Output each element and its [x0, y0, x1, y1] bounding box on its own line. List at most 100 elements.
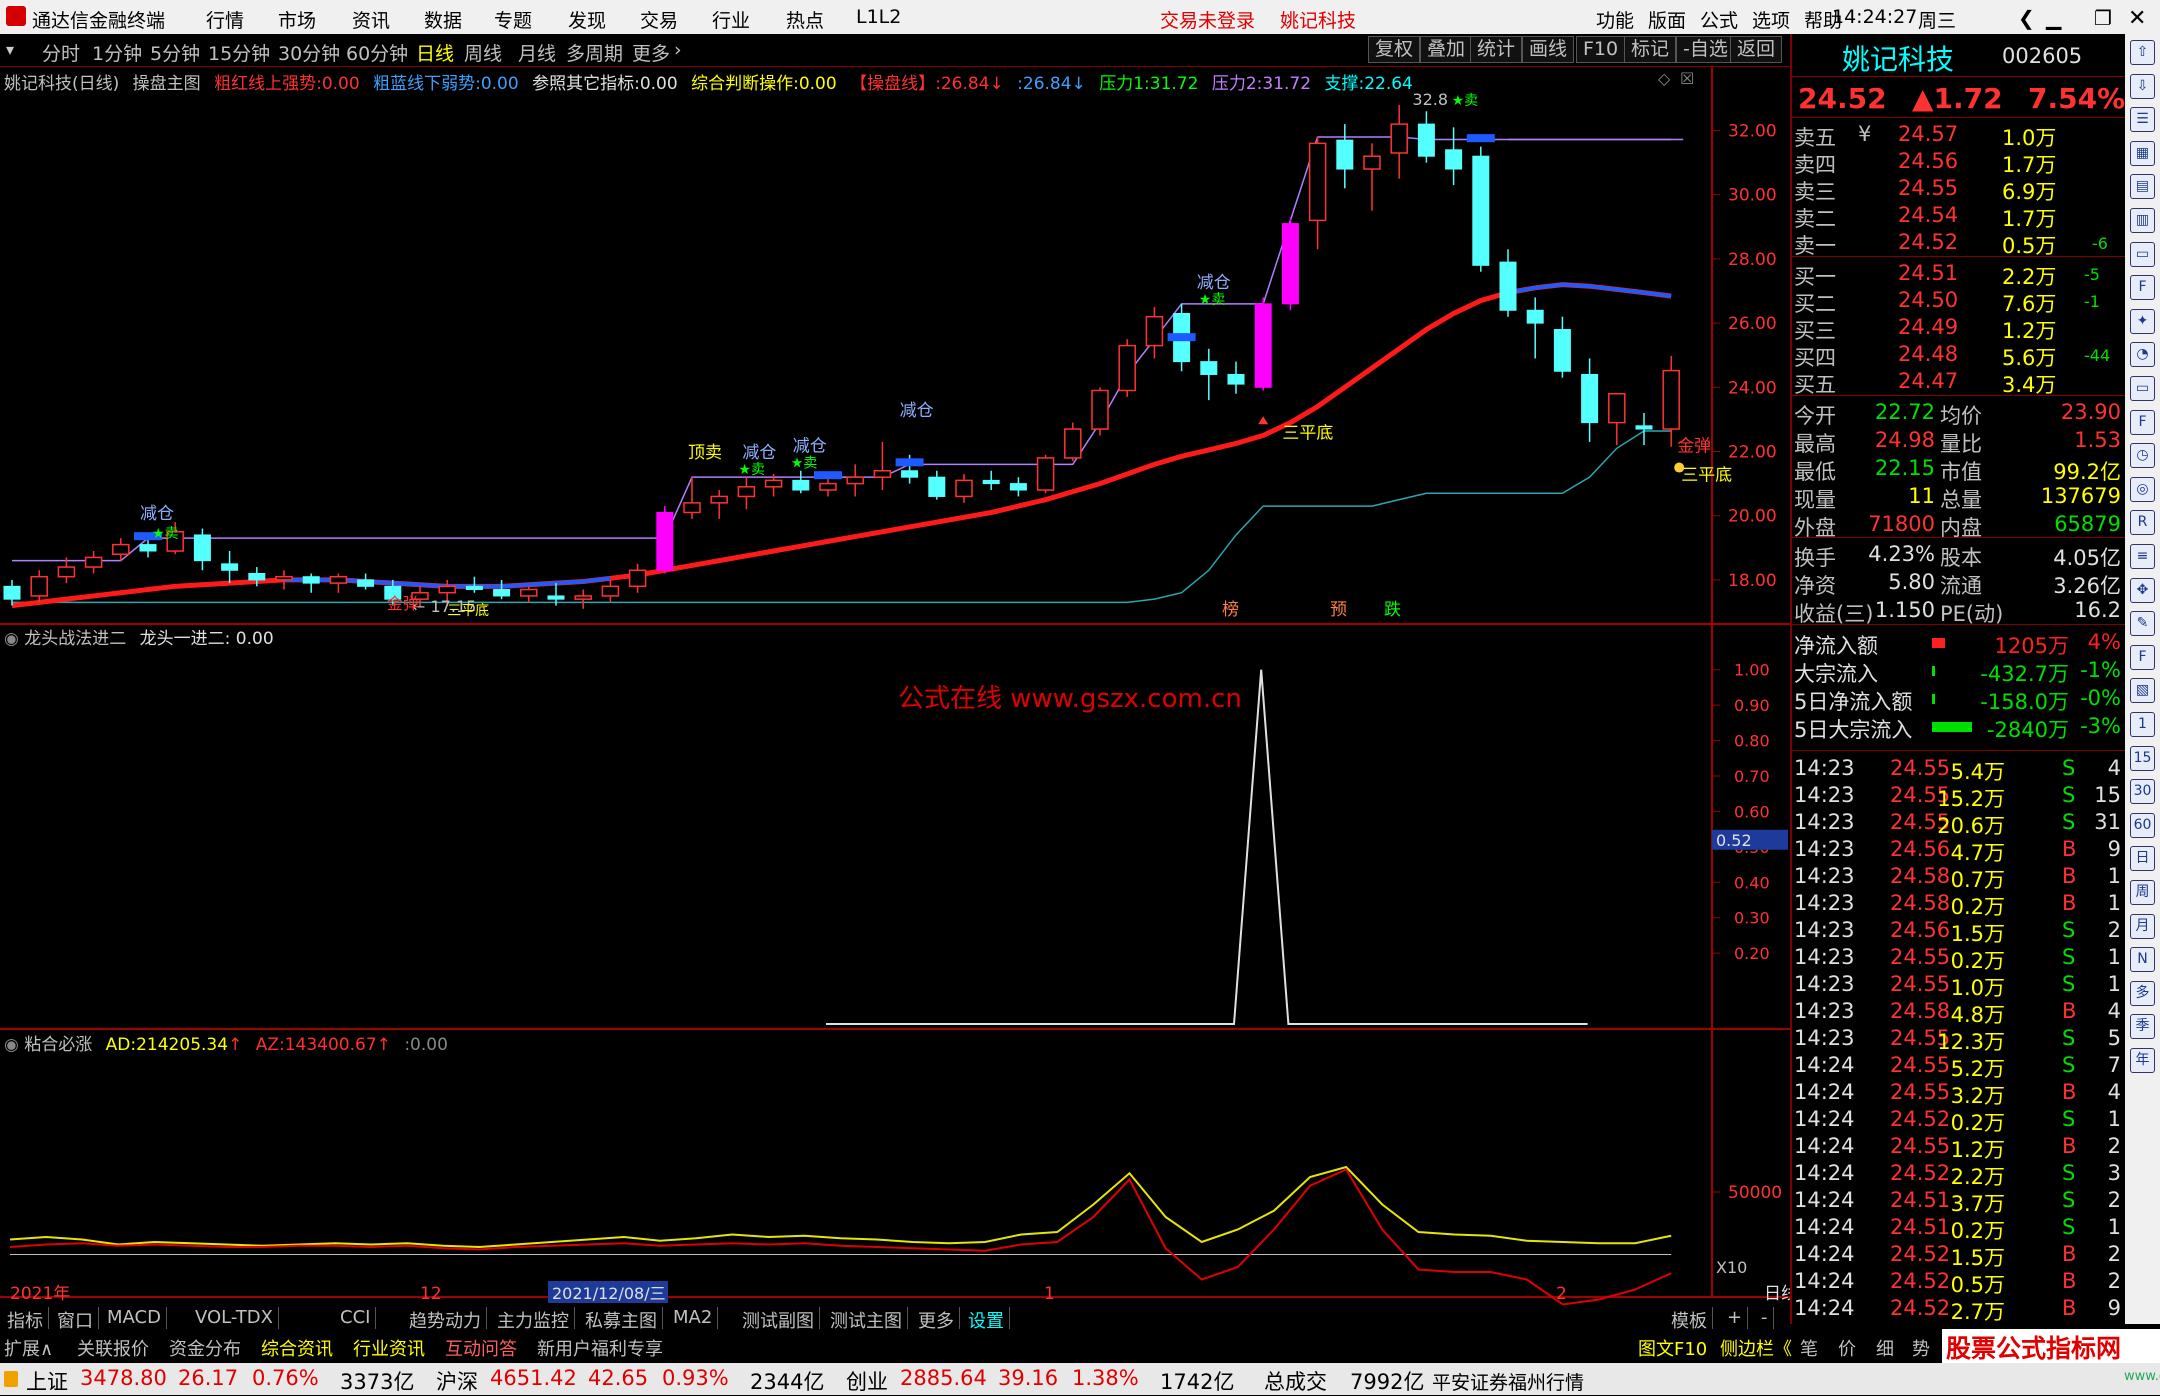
- ask-row-3[interactable]: 卖二 24.54 1.7万: [1792, 203, 2125, 231]
- candle-body-37[interactable]: [1009, 483, 1027, 491]
- indicator-tab-12[interactable]: 设置: [963, 1307, 1010, 1332]
- candle-body-33[interactable]: [901, 470, 919, 478]
- index-name[interactable]: 创业: [846, 1366, 888, 1396]
- candle-body-61[interactable]: [1662, 369, 1680, 430]
- period-tab-10[interactable]: 更多: [632, 39, 670, 66]
- promo-item-5[interactable]: 互动问答: [445, 1335, 517, 1361]
- trade-status[interactable]: 交易未登录: [1160, 6, 1255, 33]
- candle-body-17[interactable]: [465, 585, 483, 591]
- index-name[interactable]: 上证: [26, 1366, 68, 1396]
- side-1-icon[interactable]: 1: [2130, 712, 2155, 737]
- side-周-icon[interactable]: 周: [2130, 880, 2155, 905]
- promo-right-5[interactable]: 势: [1912, 1335, 1930, 1361]
- side-grid-icon[interactable]: ▦: [2130, 140, 2155, 166]
- menu-item-2[interactable]: 资讯: [352, 6, 390, 33]
- candle-body-16[interactable]: [438, 585, 456, 594]
- indicator-tab-10[interactable]: 测试主图: [825, 1307, 908, 1332]
- menu-item-6[interactable]: 交易: [640, 6, 678, 33]
- bid-row-3[interactable]: 买四 24.48 5.6万 -44: [1792, 342, 2125, 370]
- candle-body-7[interactable]: [193, 534, 211, 562]
- side-clock-icon[interactable]: ◷: [2130, 443, 2155, 469]
- candle-body-48[interactable]: [1308, 142, 1327, 222]
- candle-body-57[interactable]: [1553, 329, 1571, 372]
- promo-item-3[interactable]: 综合资讯: [261, 1335, 333, 1361]
- side-月-icon[interactable]: 月: [2130, 913, 2155, 939]
- indicator-tab-7[interactable]: 私募主图: [580, 1307, 663, 1332]
- ask-row-1[interactable]: 卖四 24.56 1.7万: [1792, 149, 2125, 177]
- side-年-icon[interactable]: 年: [2130, 1048, 2155, 1073]
- candle-body-27[interactable]: [737, 486, 756, 498]
- indicator-tab-8[interactable]: MA2: [668, 1307, 719, 1329]
- candle-body-3[interactable]: [84, 556, 103, 568]
- side-doc-icon[interactable]: ▭: [2130, 376, 2155, 401]
- status-menu-icon[interactable]: [4, 1371, 18, 1387]
- candle-body-45[interactable]: [1227, 373, 1245, 385]
- candle-body-1[interactable]: [30, 575, 48, 597]
- side-30-icon[interactable]: 30: [2130, 779, 2155, 805]
- diamond-icon[interactable]: ◇: [1658, 69, 1670, 88]
- period-tab-2[interactable]: 5分钟: [150, 39, 200, 66]
- promo-right-2[interactable]: 笔: [1800, 1335, 1818, 1361]
- period-tab-8[interactable]: 月线: [518, 39, 556, 66]
- sub2-name[interactable]: 粘合必涨: [24, 1035, 92, 1055]
- candle-body-42[interactable]: [1145, 315, 1164, 347]
- bid-row-4[interactable]: 买五 24.47 3.4万: [1792, 369, 2125, 397]
- indicator-tab-3[interactable]: VOL-TDX: [190, 1307, 279, 1329]
- menu-item-3[interactable]: 数据: [424, 6, 462, 33]
- candle-body-25[interactable]: [683, 502, 701, 514]
- indicator-tab-11[interactable]: 更多: [913, 1307, 960, 1332]
- indicator-tab-5[interactable]: 趋势动力: [404, 1307, 487, 1332]
- bid-row-0[interactable]: 买一 24.51 2.2万 -5: [1792, 261, 2125, 289]
- candle-body-12[interactable]: [329, 575, 348, 584]
- candle-body-41[interactable]: [1118, 344, 1136, 392]
- candle-body-9[interactable]: [248, 572, 266, 581]
- side-pen-icon[interactable]: ✎: [2130, 611, 2155, 637]
- candle-body-55[interactable]: [1499, 261, 1517, 311]
- toolbar-button-7[interactable]: 返回: [1730, 36, 1783, 63]
- side-chart2-icon[interactable]: ▧: [2130, 678, 2155, 704]
- candle-body-8[interactable]: [221, 563, 239, 571]
- indicator-tab-1[interactable]: 窗口: [52, 1307, 99, 1332]
- menu-item-4[interactable]: 专题: [494, 6, 532, 33]
- menu-item-7[interactable]: 行业: [712, 6, 750, 33]
- right-menu-item-0[interactable]: 功能: [1596, 6, 1634, 33]
- remove-pane-button[interactable]: -: [1756, 1307, 1774, 1329]
- candle-body-59[interactable]: [1608, 392, 1626, 424]
- candle-body-22[interactable]: [601, 585, 620, 597]
- candle-body-21[interactable]: [574, 595, 592, 600]
- side-target-icon[interactable]: ◎: [2130, 476, 2155, 502]
- right-menu-item-1[interactable]: 版面: [1648, 6, 1686, 33]
- maximize-icon[interactable]: ❐: [2094, 6, 2112, 30]
- chart-area[interactable]: 32.00 30.00 28.00 26.00 24.00 22.00 20.00 18.00…: [0, 67, 1798, 1310]
- back-arrow-icon[interactable]: ❮: [2018, 6, 2035, 30]
- candle-body-54[interactable]: [1472, 155, 1490, 266]
- side-down-icon[interactable]: ⇩: [2130, 73, 2155, 99]
- candle-body-10[interactable]: [275, 575, 293, 581]
- more-chevron-icon[interactable]: ›: [674, 39, 682, 61]
- candle-body-56[interactable]: [1526, 309, 1544, 324]
- sub2-collapse-icon[interactable]: ◉: [4, 1035, 19, 1055]
- indicator-tab-2[interactable]: MACD: [102, 1307, 167, 1329]
- indicator-tab-9[interactable]: 测试副图: [737, 1307, 820, 1332]
- toolbar-button-1[interactable]: 叠加: [1420, 36, 1473, 63]
- toolbar-button-4[interactable]: F10: [1576, 36, 1626, 63]
- period-tab-6[interactable]: 日线: [416, 39, 454, 66]
- side-多-icon[interactable]: 多: [2130, 980, 2155, 1006]
- period-tab-1[interactable]: 1分钟: [92, 39, 142, 66]
- period-tab-7[interactable]: 周线: [464, 39, 502, 66]
- candle-body-28[interactable]: [764, 479, 783, 488]
- candle-body-40[interactable]: [1091, 389, 1109, 430]
- candle-body-46[interactable]: [1254, 303, 1272, 388]
- promo-right-1[interactable]: 侧边栏《: [1720, 1335, 1792, 1361]
- candle-body-5[interactable]: [139, 544, 157, 552]
- candle-body-24[interactable]: [656, 511, 674, 571]
- period-tab-0[interactable]: 分时: [42, 39, 80, 66]
- side-pie-icon[interactable]: ◔: [2130, 342, 2155, 368]
- period-tab-9[interactable]: 多周期: [566, 39, 623, 66]
- indicator-tab-4[interactable]: CCI: [335, 1307, 377, 1329]
- close-icon[interactable]: ✕: [2128, 6, 2146, 31]
- side-bars-icon[interactable]: ▥: [2130, 208, 2155, 233]
- promo-right-4[interactable]: 细: [1876, 1335, 1894, 1361]
- side-季-icon[interactable]: 季: [2130, 1014, 2155, 1040]
- side-f10-icon[interactable]: F: [2130, 275, 2155, 301]
